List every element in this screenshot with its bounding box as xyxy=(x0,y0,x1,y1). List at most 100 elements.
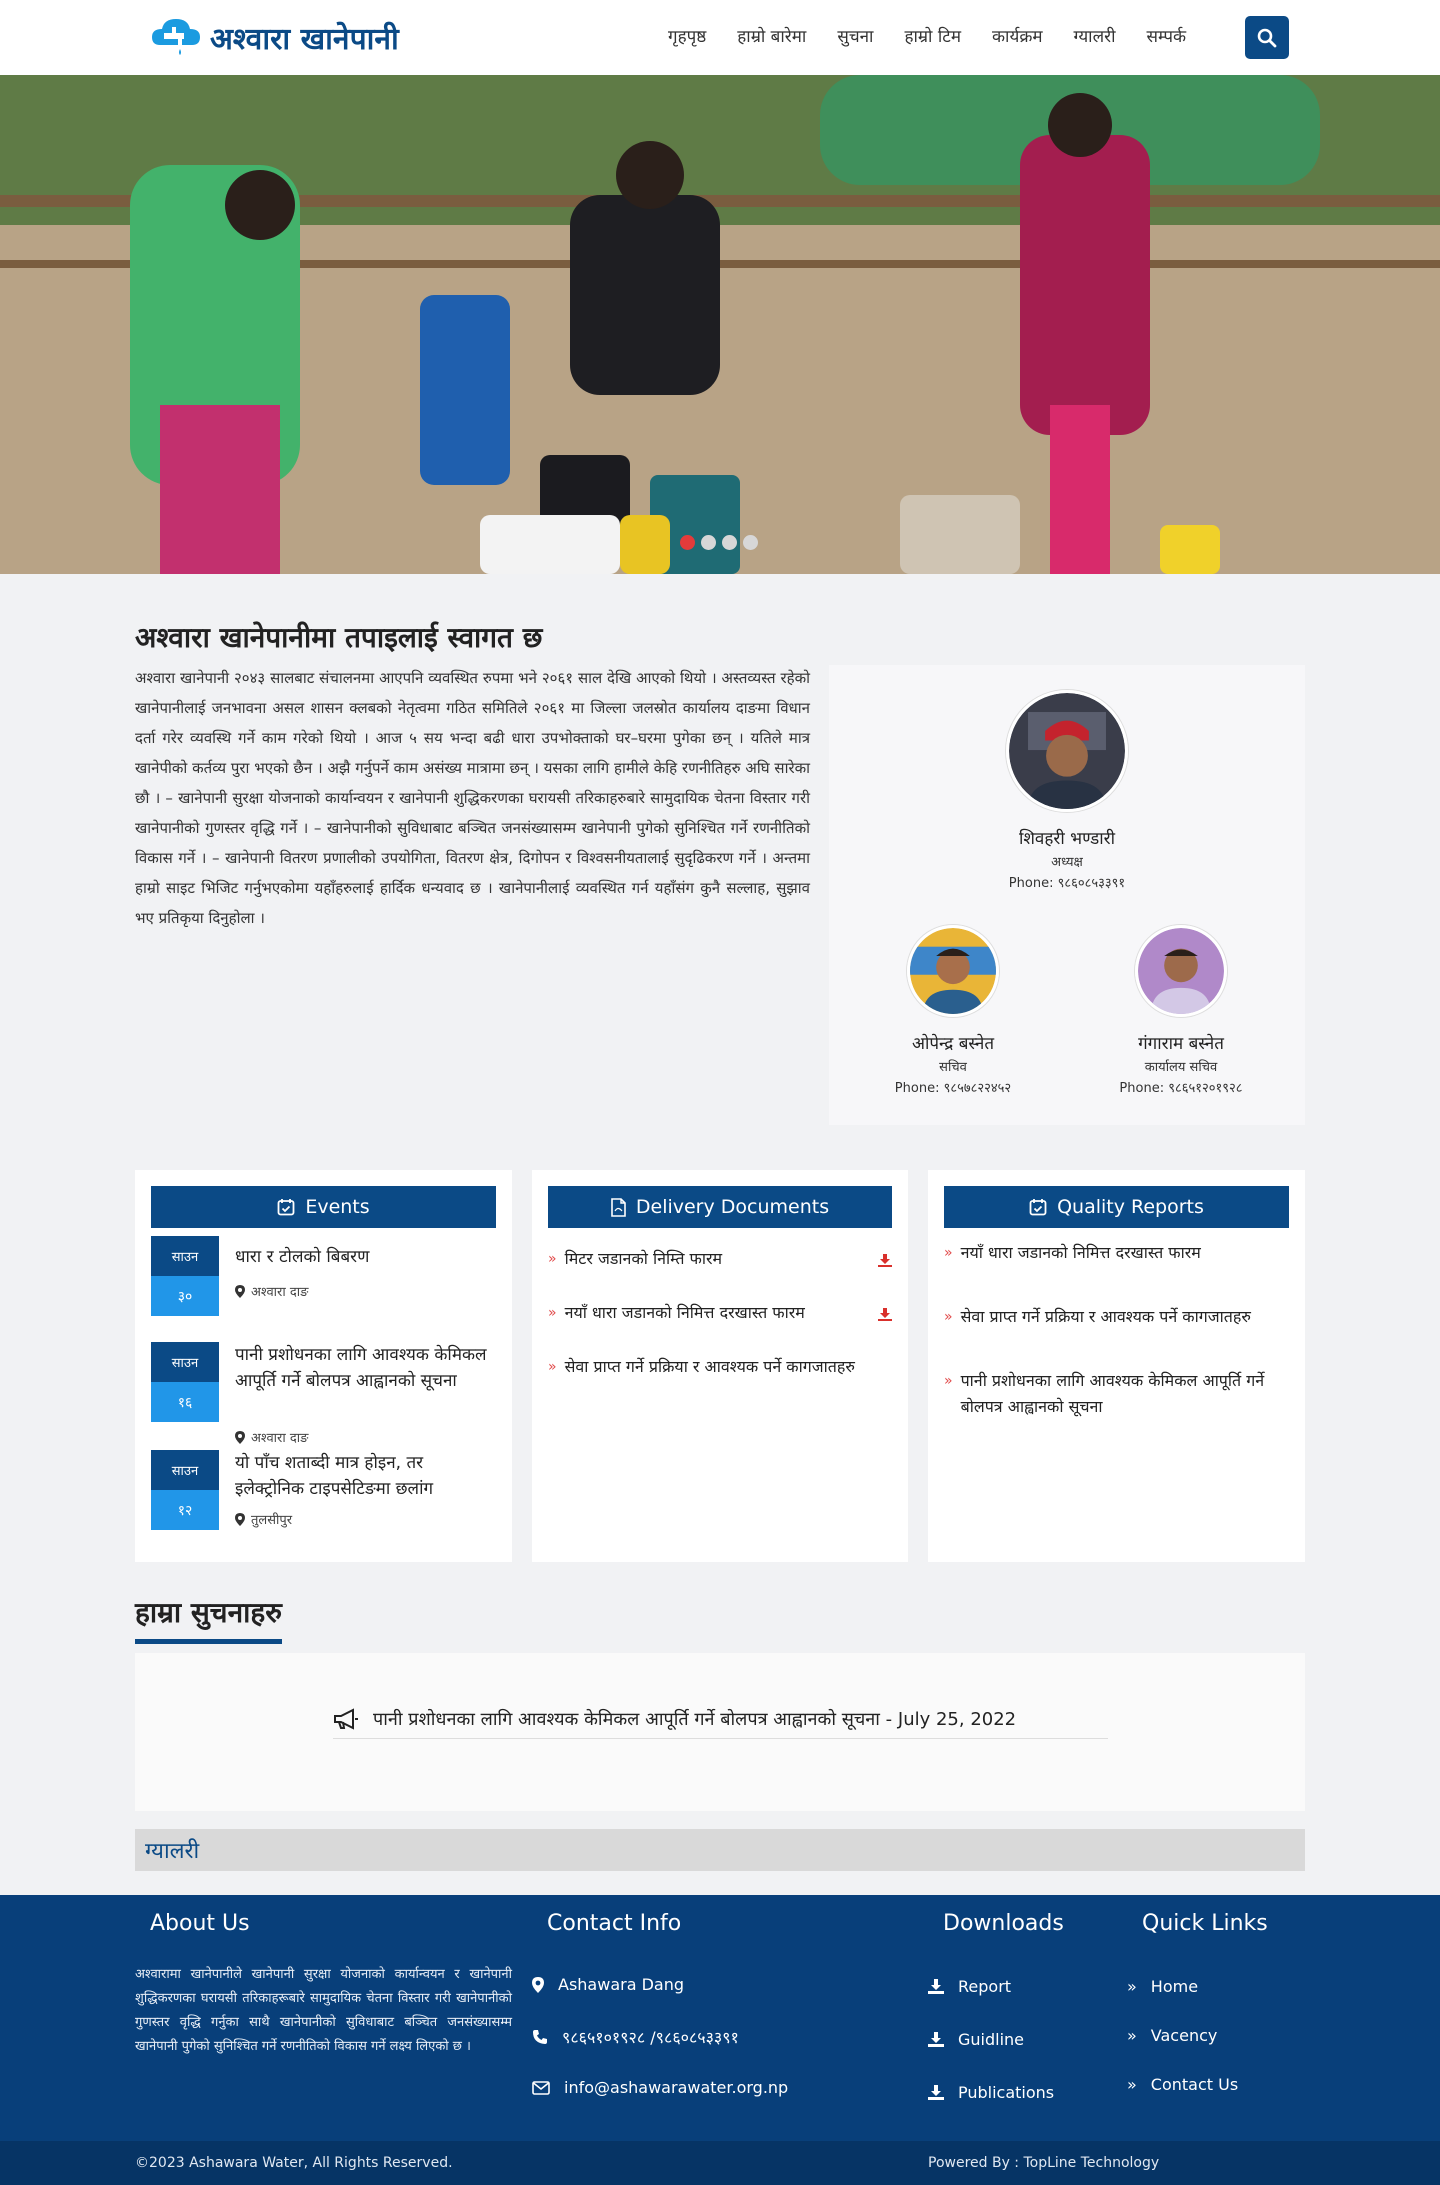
footer-about-title: About Us xyxy=(150,1911,250,1936)
contact-phone: ९८६५१०१९२८ /९८६०८५३३९१ xyxy=(532,2026,739,2048)
welcome-title: अश्वारा खानेपानीमा तपाइलाई स्वागत छ xyxy=(135,621,543,654)
double-chevron-right-icon: » xyxy=(548,1305,557,1321)
contact-phone-text[interactable]: ९८६५१०१९२८ /९८६०८५३३९१ xyxy=(562,2026,739,2048)
event-item[interactable]: साउन ३० धारा र टोलको बिबरण अश्वारा दाङ xyxy=(151,1236,496,1322)
download-link-publications[interactable]: Publications xyxy=(928,2083,1054,2102)
event-location-text: अश्वारा दाङ xyxy=(251,1431,309,1446)
avatar xyxy=(1135,925,1227,1017)
menu-item-home[interactable]: गृहपृष्ठ xyxy=(668,24,706,47)
copyright-text: ©2023 Ashawara Water, All Rights Reserve… xyxy=(135,2155,453,2171)
event-date: साउन १६ xyxy=(151,1342,219,1422)
event-date: साउन ३० xyxy=(151,1236,219,1316)
slider-dot-2[interactable] xyxy=(701,535,716,550)
report-link[interactable]: » पानी प्रशोधनका लागि आवश्यक केमिकल आपूर… xyxy=(944,1368,1289,1420)
logo-text: अश्वारा खानेपानी xyxy=(210,21,399,57)
event-title[interactable]: यो पाँच शताब्दी मात्र होइन, तर इलेक्ट्रो… xyxy=(235,1450,495,1502)
download-label[interactable]: Guidline xyxy=(958,2030,1024,2049)
download-link-report[interactable]: Report xyxy=(928,1977,1011,1996)
download-label[interactable]: Publications xyxy=(958,2083,1054,2102)
top-navbar: अश्वारा खानेपानी गृहपृष्ठ हाम्रो बारेमा … xyxy=(0,0,1440,75)
download-icon xyxy=(928,2085,944,2100)
member-phone: Phone: ९८५७८२२४५२ xyxy=(894,1081,1012,1096)
document-link[interactable]: » मिटर जडानको निम्ति फारम xyxy=(548,1246,892,1272)
download-label[interactable]: Report xyxy=(958,1977,1011,1996)
contact-address: Ashawara Dang xyxy=(532,1975,684,1994)
double-chevron-right-icon: » xyxy=(944,1373,953,1389)
welcome-text: अश्वारा खानेपानी २०४३ सालबाट संचालनमा आए… xyxy=(135,669,810,927)
double-chevron-right-icon: » xyxy=(548,1251,557,1267)
contact-address-text: Ashawara Dang xyxy=(558,1975,685,1994)
report-link[interactable]: » नयाँ धारा जडानको निमित्त दरखास्त फारम xyxy=(944,1240,1289,1266)
download-icon[interactable] xyxy=(878,1305,892,1331)
event-item[interactable]: साउन १६ पानी प्रशोधनका लागि आवश्यक केमिक… xyxy=(151,1342,496,1446)
download-icon[interactable] xyxy=(878,1251,892,1277)
member-name: शिवहरी भण्डारी xyxy=(1018,829,1116,849)
gallery-heading: ग्यालरी xyxy=(135,1829,1305,1871)
event-title[interactable]: पानी प्रशोधनका लागि आवश्यक केमिकल आपूर्त… xyxy=(235,1342,495,1394)
megaphone-icon xyxy=(334,1707,358,1730)
event-location: तुलसीपुर xyxy=(235,1510,292,1528)
member-phone: Phone: ९८६०८५३३९१ xyxy=(1008,876,1126,891)
menu-item-gallery[interactable]: ग्यालरी xyxy=(1074,24,1116,47)
map-marker-icon xyxy=(235,1284,245,1298)
double-chevron-right-icon: » xyxy=(548,1359,557,1375)
menu-item-team[interactable]: हाम्रो टिम xyxy=(904,24,961,47)
event-item[interactable]: साउन १२ यो पाँच शताब्दी मात्र होइन, तर इ… xyxy=(151,1450,496,1540)
double-chevron-right-icon: » xyxy=(1127,1977,1137,1996)
download-link-guideline[interactable]: Guidline xyxy=(928,2030,1024,2049)
download-icon xyxy=(928,2032,944,2047)
team-member-office-secretary: गंगाराम बस्नेत कार्यालय सचिव Phone: ९८६५… xyxy=(1071,925,1291,1096)
quick-link-label[interactable]: Home xyxy=(1151,1977,1198,1996)
menu-item-contact[interactable]: सम्पर्क xyxy=(1146,24,1186,47)
contact-email-text[interactable]: info@ashawarawater.org.np xyxy=(564,2078,788,2097)
notice-text[interactable]: पानी प्रशोधनका लागि आवश्यक केमिकल आपूर्त… xyxy=(373,1707,1016,1731)
powered-by-text[interactable]: Powered By : TopLine Technology xyxy=(928,2155,1159,2171)
quick-link-label[interactable]: Contact Us xyxy=(1151,2075,1238,2094)
event-title[interactable]: धारा र टोलको बिबरण xyxy=(235,1244,495,1270)
report-link[interactable]: » सेवा प्राप्त गर्ने प्रक्रिया र आवश्यक … xyxy=(944,1304,1289,1330)
slider-dot-1[interactable] xyxy=(680,535,695,550)
site-logo[interactable]: अश्वारा खानेपानी xyxy=(150,12,399,62)
event-location-text: तुलसीपुर xyxy=(251,1513,293,1528)
search-button[interactable] xyxy=(1245,16,1289,59)
document-title[interactable]: सेवा प्राप्त गर्ने प्रक्रिया र आवश्यक पर… xyxy=(565,1354,855,1380)
report-title[interactable]: नयाँ धारा जडानको निमित्त दरखास्त फारम xyxy=(961,1240,1201,1266)
notices-heading: हाम्रा सुचनाहरु xyxy=(135,1593,282,1644)
delivery-documents-card: Delivery Documents » मिटर जडानको निम्ति … xyxy=(532,1170,908,1562)
member-role: अध्यक्ष xyxy=(1051,855,1083,870)
hero-slider[interactable] xyxy=(0,75,1440,574)
envelope-icon xyxy=(532,2080,550,2095)
avatar xyxy=(1006,690,1128,812)
quick-link-label[interactable]: Vacency xyxy=(1151,2026,1218,2045)
phone-icon xyxy=(533,2030,547,2044)
document-title[interactable]: मिटर जडानको निम्ति फारम xyxy=(565,1246,723,1272)
menu-item-notice[interactable]: सुचना xyxy=(837,24,873,47)
member-phone: Phone: ९८६५१२०१९२८ xyxy=(1119,1081,1243,1096)
footer-contact-title: Contact Info xyxy=(547,1911,682,1936)
document-title[interactable]: नयाँ धारा जडानको निमित्त दरखास्त फारम xyxy=(565,1300,805,1326)
report-title[interactable]: पानी प्रशोधनका लागि आवश्यक केमिकल आपूर्त… xyxy=(961,1368,1289,1420)
slider-dot-4[interactable] xyxy=(743,535,758,550)
notice-item[interactable]: पानी प्रशोधनका लागि आवश्यक केमिकल आपूर्त… xyxy=(333,1699,1108,1739)
slider-dot-3[interactable] xyxy=(722,535,737,550)
contact-email: info@ashawarawater.org.np xyxy=(532,2078,788,2097)
menu-item-about[interactable]: हाम्रो बारेमा xyxy=(737,24,806,47)
quick-link-contact[interactable]: » Contact Us xyxy=(1127,2075,1238,2094)
event-location-text: अश्वारा दाङ xyxy=(251,1285,309,1300)
double-chevron-right-icon: » xyxy=(944,1245,953,1261)
event-location: अश्वारा दाङ xyxy=(235,1428,308,1446)
report-title[interactable]: सेवा प्राप्त गर्ने प्रक्रिया र आवश्यक पर… xyxy=(961,1304,1251,1330)
copyright-bar: ©2023 Ashawara Water, All Rights Reserve… xyxy=(0,2141,1440,2185)
double-chevron-right-icon: » xyxy=(1127,2026,1137,2045)
quick-link-home[interactable]: » Home xyxy=(1127,1977,1198,1996)
event-month: साउन xyxy=(151,1342,219,1382)
team-panel: शिवहरी भण्डारी अध्यक्ष Phone: ९८६०८५३३९१… xyxy=(829,665,1305,1125)
document-link[interactable]: » सेवा प्राप्त गर्ने प्रक्रिया र आवश्यक … xyxy=(548,1354,892,1380)
double-chevron-right-icon: » xyxy=(1127,2075,1137,2094)
events-header: Events xyxy=(151,1186,496,1228)
event-location: अश्वारा दाङ xyxy=(235,1282,308,1300)
quick-link-vacency[interactable]: » Vacency xyxy=(1127,2026,1217,2045)
search-icon xyxy=(1257,28,1277,47)
menu-item-programs[interactable]: कार्यक्रम xyxy=(992,24,1043,47)
document-link[interactable]: » नयाँ धारा जडानको निमित्त दरखास्त फारम xyxy=(548,1300,892,1326)
